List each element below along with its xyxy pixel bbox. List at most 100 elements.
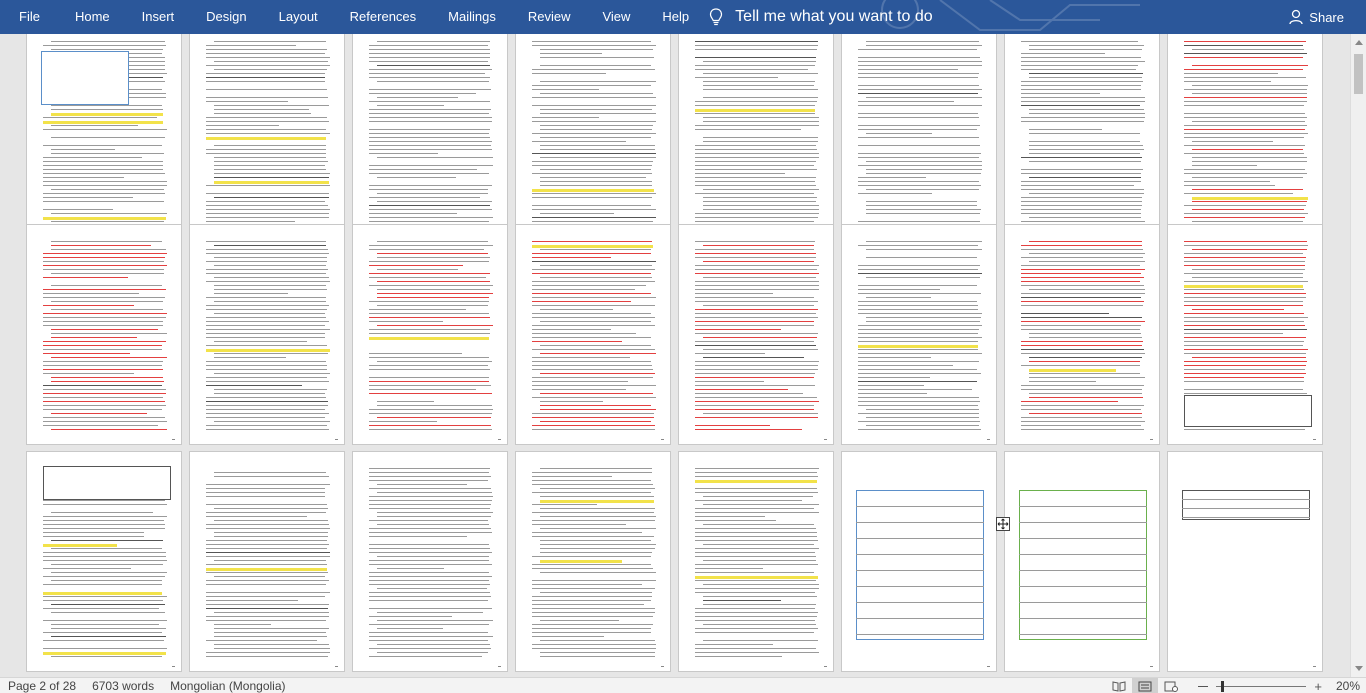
page-thumbnail[interactable]	[1004, 34, 1160, 247]
text-line	[377, 97, 458, 98]
page-thumbnail[interactable]	[841, 34, 997, 247]
text-line	[377, 512, 493, 513]
text-line	[1021, 329, 1140, 330]
page-table	[1184, 395, 1312, 427]
zoom-level[interactable]: 20%	[1336, 678, 1360, 693]
text-line	[695, 109, 815, 112]
word-count[interactable]: 6703 words	[84, 679, 162, 693]
text-line	[43, 169, 163, 170]
page-thumbnail[interactable]	[189, 34, 345, 247]
text-line	[1029, 217, 1141, 218]
page-thumbnail[interactable]	[352, 451, 508, 672]
page-count[interactable]: Page 2 of 28	[0, 679, 84, 693]
menu-home[interactable]: Home	[59, 0, 126, 34]
zoom-out-icon[interactable]	[1198, 685, 1209, 687]
page-thumbnail[interactable]	[515, 34, 671, 247]
text-line	[540, 393, 653, 394]
text-line	[1029, 261, 1145, 262]
menu-layout[interactable]: Layout	[263, 0, 334, 34]
text-line	[1029, 381, 1096, 382]
menu-help[interactable]: Help	[646, 0, 705, 34]
zoom-in-icon[interactable]: +	[1314, 679, 1322, 693]
text-line	[51, 249, 166, 250]
page-thumbnail[interactable]	[189, 224, 345, 445]
text-line	[206, 153, 326, 154]
text-line	[369, 77, 490, 78]
menu-mailings[interactable]: Mailings	[432, 0, 512, 34]
scroll-thumb[interactable]	[1354, 54, 1363, 94]
page-thumbnail[interactable]	[352, 34, 508, 247]
text-line	[866, 173, 981, 174]
text-line	[43, 305, 134, 306]
text-line	[540, 652, 655, 653]
text-line	[1184, 105, 1304, 106]
page-thumbnail[interactable]	[189, 451, 345, 672]
zoom-track[interactable]	[1216, 680, 1307, 692]
page-thumbnail[interactable]	[26, 451, 182, 672]
read-mode-button[interactable]	[1106, 678, 1132, 693]
text-line	[1184, 41, 1306, 42]
page-thumbnail[interactable]	[1167, 34, 1323, 247]
web-layout-button[interactable]	[1158, 678, 1184, 693]
page-thumbnail[interactable]	[515, 451, 671, 672]
scroll-up-icon[interactable]	[1355, 40, 1363, 45]
move-cursor-icon	[996, 517, 1010, 531]
text-line	[703, 277, 816, 278]
scroll-down-icon[interactable]	[1355, 666, 1363, 671]
menu-file[interactable]: File	[0, 0, 59, 34]
text-line	[51, 221, 164, 222]
text-line	[695, 285, 819, 286]
text-line	[532, 333, 636, 334]
text-line	[206, 616, 329, 617]
page-thumbnail[interactable]	[1167, 451, 1323, 672]
page-thumbnail[interactable]	[841, 224, 997, 445]
language-indicator[interactable]: Mongolian (Mongolia)	[162, 679, 293, 693]
menu-design[interactable]: Design	[190, 0, 262, 34]
text-line	[540, 409, 656, 410]
page-thumbnail[interactable]	[678, 451, 834, 672]
text-line	[540, 552, 652, 553]
text-line	[695, 281, 819, 282]
page-thumbnail[interactable]	[678, 224, 834, 445]
vertical-scrollbar[interactable]	[1350, 34, 1366, 677]
page-thumbnail[interactable]	[26, 224, 182, 445]
text-line	[43, 500, 165, 501]
text-line	[695, 301, 818, 302]
page-thumbnail[interactable]	[26, 34, 182, 247]
text-line	[858, 69, 958, 70]
text-line	[1192, 201, 1307, 202]
zoom-slider[interactable]: +	[1198, 678, 1322, 693]
page-thumbnail[interactable]	[1167, 224, 1323, 445]
page-thumbnail[interactable]	[1004, 451, 1160, 672]
text-line	[206, 221, 295, 222]
page-thumbnail[interactable]	[678, 34, 834, 247]
text-line	[695, 409, 814, 410]
text-line	[858, 77, 978, 78]
menu-insert[interactable]: Insert	[126, 0, 191, 34]
page-thumbnail[interactable]	[841, 451, 997, 672]
print-layout-button[interactable]	[1132, 678, 1158, 693]
page-thumbnail[interactable]	[1004, 224, 1160, 445]
text-line	[1021, 417, 1142, 418]
menu-review[interactable]: Review	[512, 0, 587, 34]
text-line	[1184, 113, 1305, 114]
text-line	[369, 548, 490, 549]
text-line	[377, 201, 492, 202]
text-line	[369, 425, 491, 426]
text-line	[214, 576, 325, 577]
text-line	[377, 325, 493, 326]
menu-view[interactable]: View	[586, 0, 646, 34]
text-line	[532, 413, 654, 414]
document-canvas[interactable]	[0, 34, 1350, 677]
text-line	[214, 301, 326, 302]
page-thumbnail[interactable]	[352, 224, 508, 445]
text-line	[532, 317, 655, 318]
share-button[interactable]: Share	[1289, 0, 1344, 34]
text-line	[540, 49, 653, 50]
zoom-knob[interactable]	[1221, 680, 1225, 692]
text-line	[695, 177, 816, 178]
text-line	[369, 648, 491, 649]
text-line	[377, 484, 467, 485]
page-thumbnail[interactable]	[515, 224, 671, 445]
menu-references[interactable]: References	[334, 0, 432, 34]
